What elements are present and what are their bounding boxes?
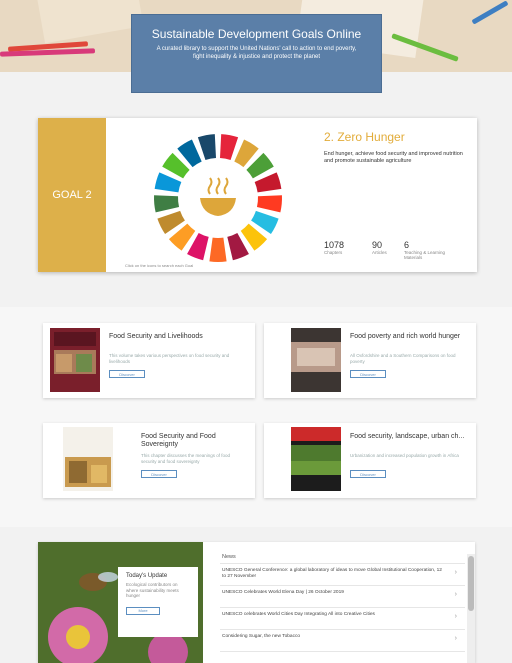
featured-title: Today's Update bbox=[126, 573, 168, 579]
sdg-segment[interactable] bbox=[254, 172, 282, 193]
goal-side-label: GOAL 2 bbox=[38, 118, 106, 272]
resource-card[interactable]: Food Security and Livelihoods This volum… bbox=[43, 323, 255, 398]
featured-description: Ecological contributors on where sustain… bbox=[126, 582, 179, 598]
resource-card[interactable]: Food Security and Food Sovereignty This … bbox=[43, 423, 255, 498]
news-panel: News UNESCO General Conference: a global… bbox=[220, 554, 465, 663]
chevron-right-icon: › bbox=[454, 591, 457, 598]
news-item[interactable]: UNESCO celebrates World Cities Day Integ… bbox=[220, 608, 465, 630]
steam-icon bbox=[223, 177, 229, 195]
stat-value: 6 bbox=[404, 240, 410, 250]
discover-button[interactable]: Discover bbox=[350, 370, 386, 378]
featured-box: Today's Update Ecological contributors o… bbox=[118, 567, 198, 637]
page: Sustainable Development Goals Online A c… bbox=[0, 0, 512, 663]
decor-pencil bbox=[471, 0, 509, 25]
resource-summary: All Oxfordshire and a Southern Compariso… bbox=[350, 353, 456, 364]
resource-summary: This chapter discusses the meanings of f… bbox=[141, 453, 231, 464]
stat-chapters[interactable]: 1078 Chapters bbox=[324, 240, 344, 255]
discover-button[interactable]: Discover bbox=[141, 470, 177, 478]
goal-description: End hunger, achieve food security and im… bbox=[324, 151, 463, 164]
news-item-text: UNESCO celebrates World Cities Day Integ… bbox=[222, 612, 375, 617]
resource-card[interactable]: Food security, landscape, urban ch... Ur… bbox=[264, 423, 476, 498]
resource-summary: Urbanization and increased population gr… bbox=[350, 453, 459, 458]
resource-title: Food security, landscape, urban ch... bbox=[350, 433, 465, 440]
resources-section: Food Security and Livelihoods This volum… bbox=[0, 307, 512, 527]
resource-card[interactable]: Food poverty and rich world hunger All O… bbox=[264, 323, 476, 398]
book-cover bbox=[63, 427, 113, 491]
news-item[interactable]: UNESCO General Conference: a global labo… bbox=[220, 564, 465, 586]
news-item[interactable]: Considering Sugar, the new Tobacco › bbox=[220, 630, 465, 652]
stat-teaching[interactable]: 6 Teaching & Learning Materials bbox=[404, 240, 454, 260]
decor-paper bbox=[36, 0, 144, 44]
news-scrollbar[interactable] bbox=[467, 554, 475, 663]
news-item-text: UNESCO General Conference: a global labo… bbox=[222, 568, 442, 579]
stat-label: Chapters bbox=[324, 250, 343, 255]
steam-icon bbox=[215, 177, 221, 195]
news-item-text: UNESCO Celebrates World Elena Day | 26 O… bbox=[222, 590, 344, 595]
scrollbar-thumb[interactable] bbox=[468, 556, 474, 611]
steam-icon bbox=[207, 177, 213, 195]
resource-title: Food Security and Livelihoods bbox=[109, 333, 203, 340]
chevron-right-icon: › bbox=[454, 613, 457, 620]
sdg-segment[interactable] bbox=[197, 134, 217, 161]
resource-title: Food Security and Food Sovereignty bbox=[141, 433, 216, 448]
stat-value: 90 bbox=[372, 240, 383, 250]
resource-summary: This volume takes various perspectives o… bbox=[109, 353, 230, 364]
resource-title: Food poverty and rich world hunger bbox=[350, 333, 461, 340]
goal-title: 2. Zero Hunger bbox=[324, 130, 405, 144]
stat-articles[interactable]: 90 Articles bbox=[372, 240, 387, 255]
sdg-segment[interactable] bbox=[219, 134, 239, 161]
stat-label: Teaching & Learning Materials bbox=[404, 250, 446, 260]
discover-button[interactable]: Discover bbox=[350, 470, 386, 478]
chevron-right-icon: › bbox=[454, 635, 457, 642]
sdg-wheel[interactable] bbox=[138, 130, 298, 266]
featured-more-button[interactable]: More bbox=[126, 606, 160, 615]
site-title-box: Sustainable Development Goals Online A c… bbox=[131, 14, 382, 93]
site-subtitle: A curated library to support the United … bbox=[156, 46, 357, 60]
book-cover bbox=[291, 427, 341, 491]
sdg-segment[interactable] bbox=[209, 237, 227, 262]
site-title: Sustainable Development Goals Online bbox=[151, 27, 362, 41]
discover-button[interactable]: Discover bbox=[109, 370, 145, 378]
book-cover bbox=[50, 328, 100, 392]
news-item-text: Considering Sugar, the new Tobacco bbox=[222, 634, 301, 639]
stat-value: 1078 bbox=[324, 240, 345, 250]
sdg-segment[interactable] bbox=[154, 172, 182, 193]
book-cover bbox=[291, 328, 341, 392]
featured-section: Today's Update Ecological contributors o… bbox=[38, 542, 475, 663]
sdg-segment[interactable] bbox=[154, 195, 180, 213]
news-heading: News bbox=[220, 554, 465, 564]
chevron-right-icon: › bbox=[454, 569, 457, 576]
stat-label: Articles bbox=[372, 250, 387, 255]
wheel-caption: Click on the icons to search each Goal bbox=[125, 263, 194, 268]
sdg-segment[interactable] bbox=[256, 195, 282, 213]
bowl-icon bbox=[200, 198, 236, 216]
news-item[interactable]: UNESCO Celebrates World Elena Day | 26 O… bbox=[220, 586, 465, 608]
